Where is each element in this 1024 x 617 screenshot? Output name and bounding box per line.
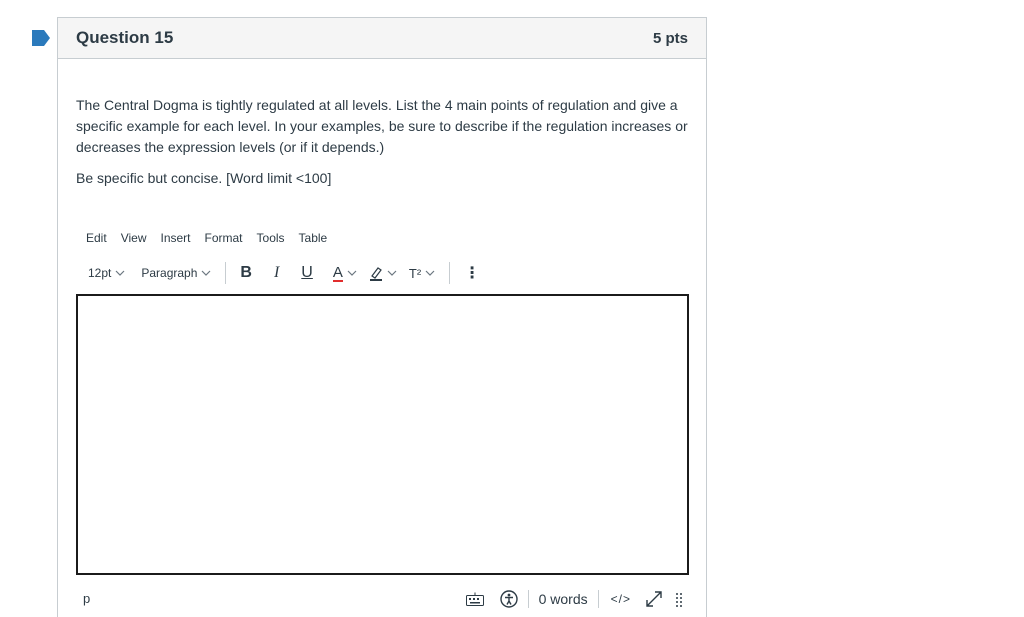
chevron-down-icon: [347, 270, 357, 276]
menu-tools[interactable]: Tools: [257, 231, 285, 245]
chevron-down-icon: [425, 270, 435, 276]
keyboard-shortcuts-icon[interactable]: [465, 592, 484, 606]
chevron-down-icon: [201, 270, 211, 276]
toolbar-divider: [449, 262, 451, 284]
menu-view[interactable]: View: [121, 231, 147, 245]
question-prompt: The Central Dogma is tightly regulated a…: [76, 97, 688, 155]
font-size-select[interactable]: 12pt: [88, 266, 125, 280]
editor-menubar: Edit View Insert Format Tools Table: [86, 231, 341, 245]
word-count[interactable]: 0 words: [539, 591, 588, 607]
chevron-down-icon: [387, 270, 397, 276]
block-format-select[interactable]: Paragraph: [141, 266, 211, 280]
block-format-value: Paragraph: [141, 266, 198, 280]
statusbar-tools: 0 words </>: [456, 588, 683, 610]
question-instruction: Be specific but concise. [Word limit <10…: [76, 170, 332, 186]
toolbar-divider: [225, 262, 227, 284]
question-body: The Central Dogma is tightly regulated a…: [58, 59, 706, 189]
text-color-icon: A: [332, 263, 343, 282]
superscript-button[interactable]: T²: [409, 266, 435, 281]
flag-question-icon[interactable]: [32, 30, 50, 46]
chevron-down-icon: [115, 270, 125, 276]
fullscreen-icon[interactable]: [645, 590, 663, 608]
menu-table[interactable]: Table: [299, 231, 328, 245]
font-size-value: 12pt: [88, 266, 112, 280]
editor-statusbar: p 0 words </>: [76, 588, 689, 610]
highlight-color-button[interactable]: [369, 265, 397, 281]
highlighter-icon: [369, 267, 382, 281]
more-options-icon[interactable]: ⋮: [464, 263, 480, 283]
question-points: 5 pts: [652, 29, 688, 47]
editor-toolbar: 12pt Paragraph B I U A T² ⋮: [88, 262, 480, 284]
superscript-icon: T²: [408, 265, 422, 281]
html-editor-toggle[interactable]: </>: [611, 592, 631, 606]
statusbar-divider: [527, 590, 529, 608]
accessibility-checker-icon[interactable]: [499, 590, 518, 608]
menu-insert[interactable]: Insert: [160, 231, 190, 245]
statusbar-divider: [597, 590, 599, 608]
text-color-button[interactable]: A: [332, 263, 357, 282]
underline-button[interactable]: U: [301, 264, 313, 282]
question-title: Question 15: [76, 28, 174, 47]
question-header: Question 15 5 pts: [58, 18, 706, 59]
italic-button[interactable]: I: [274, 264, 279, 282]
rich-text-editor-area[interactable]: [76, 294, 689, 575]
resize-handle-icon[interactable]: [675, 591, 683, 607]
menu-edit[interactable]: Edit: [86, 231, 107, 245]
menu-format[interactable]: Format: [205, 231, 243, 245]
element-path[interactable]: p: [83, 591, 90, 606]
bold-button[interactable]: B: [240, 264, 252, 282]
